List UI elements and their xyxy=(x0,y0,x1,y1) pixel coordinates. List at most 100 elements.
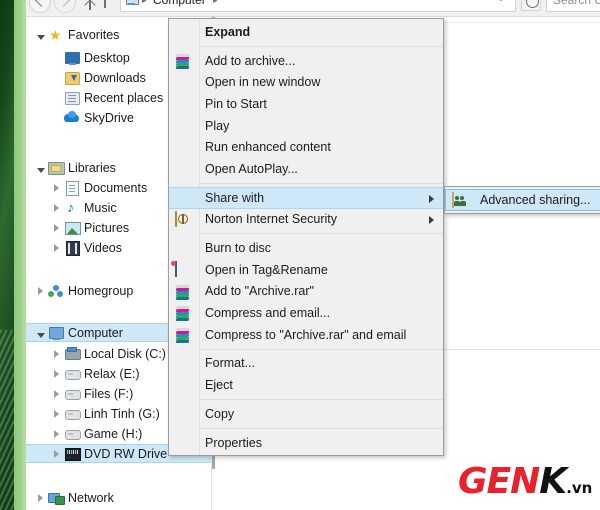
menu-item-compress-and-email[interactable]: Compress and email... xyxy=(169,302,443,324)
menu-item-label: Play xyxy=(205,118,230,133)
winrar-icon xyxy=(175,305,191,322)
menu-item-eject[interactable]: Eject xyxy=(169,374,443,396)
expander-closed-icon[interactable] xyxy=(34,491,47,505)
expander-open-icon[interactable] xyxy=(34,28,47,42)
chevron-right-icon xyxy=(57,0,70,7)
expander-closed-icon[interactable] xyxy=(50,221,63,235)
menu-item-label: Compress and email... xyxy=(205,306,331,321)
chevron-down-icon[interactable] xyxy=(497,0,505,1)
menu-separator xyxy=(199,427,443,429)
sidebar-item-label: Game (H:) xyxy=(84,426,143,441)
menu-item-open-in-tag-rename[interactable]: Open in Tag&Rename xyxy=(169,259,443,281)
up-button[interactable] xyxy=(84,0,94,10)
menu-separator xyxy=(199,45,443,47)
menu-item-copy[interactable]: Copy xyxy=(169,403,443,425)
sidebar-item-label: Local Disk (C:) xyxy=(84,346,166,361)
menu-item-label: Expand xyxy=(205,24,251,39)
sidebar-item-label: Downloads xyxy=(84,70,146,85)
expander-closed-icon[interactable] xyxy=(50,181,63,195)
watermark-vn: .vn xyxy=(566,479,593,497)
sidebar-item-label: DVD RW Drive xyxy=(84,446,168,461)
desktop-wallpaper-edge xyxy=(14,0,26,510)
sidebar-item-label: Libraries xyxy=(68,160,116,175)
chevron-left-icon xyxy=(35,0,48,7)
expander-closed-icon[interactable] xyxy=(50,427,63,441)
forward-button[interactable] xyxy=(54,0,76,13)
menu-item-norton-internet-security[interactable]: Norton Internet Security xyxy=(169,209,443,231)
menu-item-run-enhanced-content[interactable]: Run enhanced content xyxy=(169,136,443,158)
expander-closed-icon[interactable] xyxy=(50,447,63,461)
expander-closed-icon[interactable] xyxy=(50,387,63,401)
sidebar-item-label: Network xyxy=(68,490,114,505)
recent-locations-button[interactable] xyxy=(104,0,112,8)
menu-item-label: Open in new window xyxy=(205,75,321,90)
menu-item-label: Open AutoPlay... xyxy=(205,161,298,176)
menu-item-label: Share with xyxy=(205,190,265,205)
pictures-icon xyxy=(63,220,81,236)
genk-watermark: GENK.vn xyxy=(458,462,600,502)
expander-closed-icon[interactable] xyxy=(50,201,63,215)
breadcrumb-computer[interactable]: Computer xyxy=(153,0,206,7)
watermark-gen: GEN xyxy=(458,461,540,502)
expander-open-icon[interactable] xyxy=(34,326,47,340)
menu-item-expand[interactable]: Expand xyxy=(169,21,443,43)
norton-globe-icon xyxy=(175,210,191,228)
drive-icon xyxy=(63,426,81,442)
music-icon: ♪ xyxy=(67,198,74,215)
menu-item-label: Properties xyxy=(205,435,262,450)
watermark-k: K xyxy=(539,461,567,502)
dvd-drive-icon xyxy=(63,446,81,462)
menu-item-label: Run enhanced content xyxy=(205,140,331,155)
sidebar-item-label: Documents xyxy=(84,180,148,195)
search-input[interactable]: Search Computer xyxy=(553,0,600,7)
drive-icon xyxy=(63,386,81,402)
drive-icon xyxy=(63,406,81,422)
expander-closed-icon[interactable] xyxy=(50,367,63,381)
homegroup-icon xyxy=(47,283,65,299)
context-menu[interactable]: Expand Add to archive... Open in new windo… xyxy=(168,18,444,457)
menu-item-share-with[interactable]: Share with xyxy=(169,186,443,209)
expander-open-icon[interactable] xyxy=(34,161,47,175)
share-with-submenu[interactable]: Advanced sharing... xyxy=(444,186,600,214)
expander-closed-icon[interactable] xyxy=(50,241,63,255)
menu-item-format[interactable]: Format... xyxy=(169,353,443,375)
sidebar-item-label: Linh Tinh (G:) xyxy=(84,406,160,421)
menu-item-label: Add to "Archive.rar" xyxy=(205,284,314,299)
sidebar-item-label: Desktop xyxy=(84,50,130,65)
sidebar-item-label: Music xyxy=(84,200,117,215)
menu-item-label: Copy xyxy=(205,406,235,421)
back-button[interactable] xyxy=(29,0,51,13)
submenu-item-advanced-sharing[interactable]: Advanced sharing... xyxy=(445,189,600,211)
address-bar[interactable]: ▸ Computer ▸ xyxy=(120,0,516,12)
submenu-arrow-icon xyxy=(429,215,434,224)
sidebar-item-network[interactable]: Network xyxy=(26,488,211,507)
submenu-item-label: Advanced sharing... xyxy=(480,192,591,207)
explorer-window: ▸ Computer ▸ Search Computer ★ Favorites D… xyxy=(26,0,600,510)
menu-item-properties[interactable]: Properties xyxy=(169,432,443,454)
breadcrumb-separator: ▸ xyxy=(142,0,147,5)
refresh-button[interactable] xyxy=(521,0,541,11)
menu-separator xyxy=(199,399,443,400)
winrar-icon xyxy=(175,53,191,69)
libraries-icon xyxy=(47,160,65,176)
menu-item-add-to-archive[interactable]: Add to archive... xyxy=(169,50,443,72)
tag-rename-icon xyxy=(175,260,191,278)
expander-closed-icon[interactable] xyxy=(50,347,63,361)
menu-item-add-to-archive-rar[interactable]: Add to "Archive.rar" xyxy=(169,281,443,303)
menu-item-open-in-new-window[interactable]: Open in new window xyxy=(169,71,443,93)
computer-icon xyxy=(47,325,65,341)
sidebar-item-label: Favorites xyxy=(68,27,120,42)
menu-item-label: Add to archive... xyxy=(205,53,296,68)
sidebar-item-label: Homegroup xyxy=(68,283,134,298)
videos-icon xyxy=(63,240,81,256)
menu-item-compress-to-archive-rar-and-email[interactable]: Compress to "Archive.rar" and email xyxy=(169,324,443,346)
sidebar-item-label: Recent places xyxy=(84,90,164,105)
menu-item-open-autoplay[interactable]: Open AutoPlay... xyxy=(169,158,443,180)
menu-item-pin-to-start[interactable]: Pin to Start xyxy=(169,93,443,115)
local-disk-icon xyxy=(63,346,81,362)
expander-closed-icon[interactable] xyxy=(50,407,63,421)
search-box[interactable]: Search Computer xyxy=(546,0,600,12)
expander-closed-icon[interactable] xyxy=(34,284,47,298)
menu-item-play[interactable]: Play xyxy=(169,115,443,137)
menu-item-burn-to-disc[interactable]: Burn to disc xyxy=(169,237,443,259)
